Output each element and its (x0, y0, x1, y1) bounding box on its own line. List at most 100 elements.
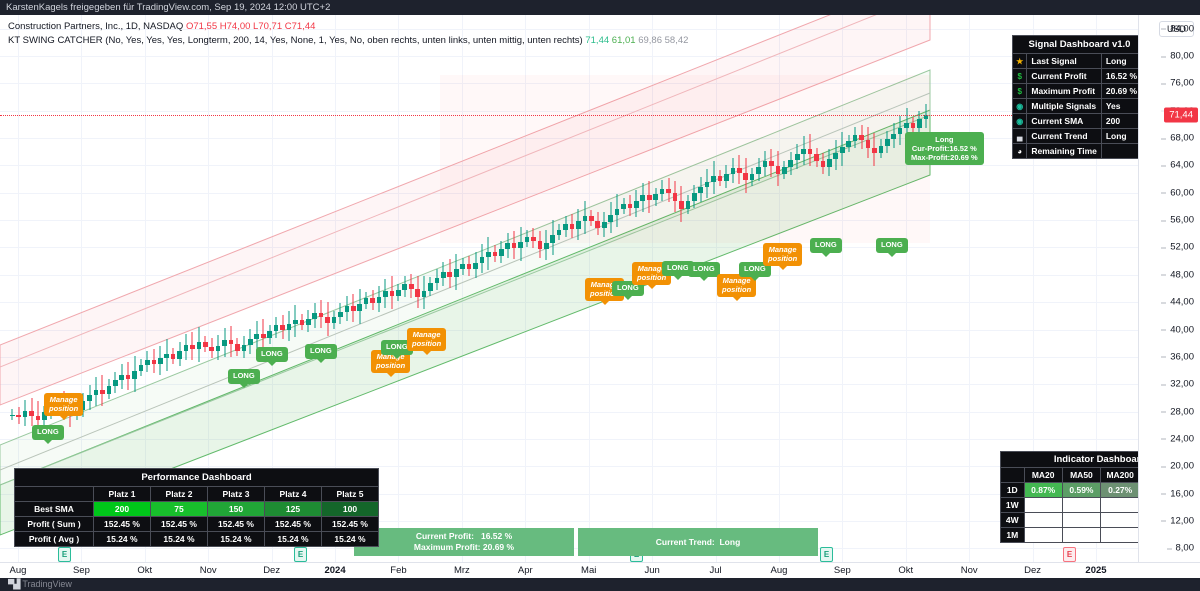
candle (370, 289, 375, 310)
indicator-ma200-cell (1100, 527, 1141, 543)
candle (897, 115, 903, 145)
candle (29, 398, 34, 427)
signal-dashboard-row: ◕ Remaining Time (1011, 143, 1148, 159)
candle (408, 273, 414, 299)
candle (775, 151, 781, 187)
clock-icon: ◕ (1011, 143, 1028, 159)
candle (286, 311, 292, 341)
candle (711, 161, 716, 195)
indicator-ma200-cell (1100, 512, 1141, 528)
candle (222, 327, 227, 357)
candle (788, 151, 794, 175)
candle (884, 131, 890, 153)
long-signal-label: LONG (688, 262, 720, 277)
candle (93, 376, 99, 406)
indicator-ma50-cell (1061, 497, 1102, 513)
indicator-ma50-cell: 0.59% (1061, 482, 1102, 498)
time-tick: 2024 (324, 565, 346, 576)
earnings-marker[interactable]: E (820, 547, 833, 562)
candle (344, 295, 350, 321)
candle (569, 213, 575, 238)
candle (170, 347, 176, 365)
candle (531, 228, 536, 249)
candle (460, 257, 465, 275)
performance-dashboard[interactable]: Performance Dashboard Platz 1 Platz 2 Platz… (14, 468, 379, 547)
trend-icon: ▄ (1011, 128, 1028, 144)
long-signal-label: LONG (228, 369, 260, 384)
candle (363, 291, 369, 309)
legend-indicator[interactable]: KT SWING CATCHER (No, Yes, Yes, Yes, Lon… (8, 35, 583, 46)
candle (453, 254, 459, 290)
candle (659, 180, 665, 202)
candle (679, 186, 684, 222)
indicator-timeframe: 1D (1000, 482, 1025, 498)
time-tick: Okt (898, 565, 914, 576)
performance-cell: 152.45 % (321, 516, 379, 532)
candle (827, 148, 832, 176)
performance-row-label: Best SMA (14, 501, 94, 517)
price-tick: 24,00 (1161, 433, 1194, 445)
candle (852, 126, 858, 148)
candle (859, 124, 864, 150)
dollar-icon: $ (1011, 68, 1028, 84)
candle (22, 400, 28, 426)
price-tick: 84,00 (1161, 23, 1194, 35)
candle (498, 240, 504, 264)
candle (511, 230, 517, 259)
earnings-marker[interactable]: E (1063, 547, 1076, 562)
candle (749, 168, 755, 186)
chart-canvas[interactable]: Construction Partners, Inc., 1D, NASDAQ … (0, 15, 1200, 562)
price-tick: 40,00 (1161, 324, 1194, 336)
performance-cell: 150 (207, 501, 265, 517)
candle (331, 311, 337, 329)
indicator-ma20-cell (1023, 527, 1063, 543)
candle (473, 251, 478, 278)
footer-bar: ▀▟ TradingView (0, 578, 1200, 591)
earnings-marker[interactable]: E (294, 547, 307, 562)
time-scale[interactable]: Aug Sep Okt Nov Dez 2024 Feb Mrz Apr Mai Jun Jul Aug… (0, 562, 1200, 578)
legend-ind-value-1: 71,44 (585, 35, 610, 46)
performance-cell: 15.24 % (150, 531, 208, 547)
candle (910, 116, 916, 134)
candle (492, 245, 498, 262)
current-trend-bar: Current Trend: Long (578, 528, 818, 556)
candle (215, 335, 221, 361)
price-tick: 36,00 (1161, 351, 1194, 363)
signal-dashboard[interactable]: Signal Dashboard v1.0 ★ Last Signal Long $ Cu… (1011, 35, 1148, 159)
candle (846, 134, 851, 153)
earnings-marker[interactable]: E (58, 547, 71, 562)
signal-dashboard-row: ▄ Current Trend Long (1011, 128, 1148, 144)
price-tick: 60,00 (1161, 187, 1194, 199)
candle (421, 275, 427, 310)
price-tick: 76,00 (1161, 77, 1194, 89)
candle (685, 194, 691, 215)
candle (350, 293, 356, 322)
candle (254, 320, 260, 350)
performance-cell: 152.45 % (264, 516, 322, 532)
candle (299, 313, 305, 330)
legend-symbol[interactable]: Construction Partners, Inc., 1D, NASDAQ (8, 21, 183, 32)
candle (157, 345, 163, 376)
time-tick: Mrz (453, 565, 470, 576)
price-tick: 28,00 (1161, 406, 1194, 418)
candle (106, 379, 112, 400)
candle (248, 328, 253, 354)
candle (653, 187, 658, 206)
long-signal-label: LONG (810, 238, 842, 253)
price-tick: 68,00 (1161, 132, 1194, 144)
candle (177, 342, 182, 366)
price-scale[interactable]: USD 84,0080,0076,0072,0068,0064,0060,005… (1138, 15, 1200, 562)
long-signal-label: LONG (876, 238, 908, 253)
candle (280, 314, 285, 340)
candle (293, 305, 298, 337)
candle (318, 300, 324, 329)
legend-ind-value-3: 69,86 (638, 35, 662, 46)
legend-close-label: C (284, 21, 292, 32)
indicator-ma200-cell (1100, 497, 1141, 513)
legend-low: 70,71 (258, 21, 283, 32)
indicator-ma20-cell: 0.87% (1023, 482, 1063, 498)
long-signal-label: LONG (305, 344, 337, 359)
indicator-ma20-cell (1023, 497, 1063, 513)
performance-row: Profit ( Sum ) 152.45 % 152.45 % 152.45 % 15… (14, 516, 379, 532)
candle (814, 147, 819, 167)
